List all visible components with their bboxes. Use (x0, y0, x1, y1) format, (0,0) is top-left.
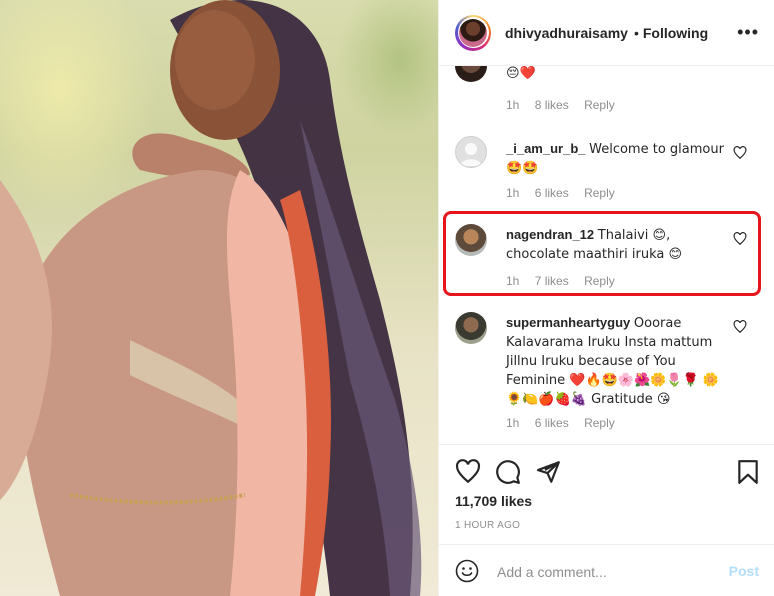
comment-text: 😔❤️ (506, 66, 726, 83)
header-separator: • (633, 24, 639, 41)
add-comment-input[interactable] (495, 559, 719, 585)
comment-item: _i_am_ur_b_ Welcome to glamour 🤩🤩 1h 6 l… (439, 136, 774, 208)
comment-bubble-icon[interactable] (495, 459, 521, 485)
comments-list[interactable]: 😔❤️ 1h 8 likes Reply _i_am_ur_b_ Welcome… (439, 66, 774, 444)
comment-reply-button[interactable]: Reply (584, 186, 615, 200)
comment-time: 1h (506, 98, 520, 112)
default-avatar-icon (460, 143, 482, 166)
post-header: dhivyadhuraisamy • Following ••• (439, 0, 774, 66)
comment-username[interactable]: _i_am_ur_b_ (506, 141, 586, 156)
share-send-icon[interactable] (535, 459, 561, 485)
comment-likes[interactable]: 8 likes (535, 98, 569, 112)
comment-text: supermanheartyguy Ooorae Kalavarama Iruk… (506, 314, 720, 409)
header-username[interactable]: dhivyadhuraisamy (505, 25, 628, 41)
more-options-icon[interactable]: ••• (737, 22, 759, 43)
post-actions: 11,709 likes 1 HOUR AGO (439, 444, 774, 544)
like-heart-icon[interactable] (455, 459, 481, 485)
post-time-ago[interactable]: 1 HOUR AGO (455, 520, 520, 531)
like-comment-icon[interactable] (733, 320, 747, 334)
comment-meta: 1h 8 likes Reply (506, 98, 627, 112)
profile-avatar-image (459, 18, 487, 47)
comment-time: 1h (506, 186, 520, 200)
add-comment-bar: Post (439, 544, 774, 596)
comment-avatar[interactable] (455, 136, 487, 168)
profile-avatar[interactable] (455, 14, 491, 51)
like-comment-icon[interactable] (733, 146, 747, 160)
comment-avatar[interactable] (455, 66, 487, 82)
profile-avatar-inner (457, 17, 489, 48)
post-panel: dhivyadhuraisamy • Following ••• 😔❤️ 1h … (438, 0, 774, 596)
likes-count[interactable]: 11,709 likes (455, 493, 532, 509)
comment-message: 😔❤️ (506, 66, 536, 81)
comment-likes[interactable]: 6 likes (535, 416, 569, 430)
save-bookmark-icon[interactable] (735, 459, 761, 485)
emoji-smile-icon[interactable] (455, 559, 479, 583)
highlight-box (443, 211, 761, 296)
comment-item: supermanheartyguy Ooorae Kalavarama Iruk… (439, 312, 774, 444)
comment-avatar[interactable] (455, 312, 487, 344)
comment-meta: 1h 6 likes Reply (506, 186, 627, 200)
comment-reply-button[interactable]: Reply (584, 98, 615, 112)
post-photo[interactable] (0, 0, 438, 596)
comment-reply-button[interactable]: Reply (584, 416, 615, 430)
comment-likes[interactable]: 6 likes (535, 186, 569, 200)
post-comment-button[interactable]: Post (729, 563, 759, 579)
comment-meta: 1h 6 likes Reply (506, 416, 627, 430)
following-button[interactable]: Following (643, 25, 708, 41)
comment-username[interactable]: supermanheartyguy (506, 315, 630, 330)
post-photo-illustration (0, 0, 422, 596)
comment-text: _i_am_ur_b_ Welcome to glamour 🤩🤩 (506, 140, 726, 178)
comment-time: 1h (506, 416, 520, 430)
comment-item: 😔❤️ 1h 8 likes Reply (439, 66, 774, 122)
